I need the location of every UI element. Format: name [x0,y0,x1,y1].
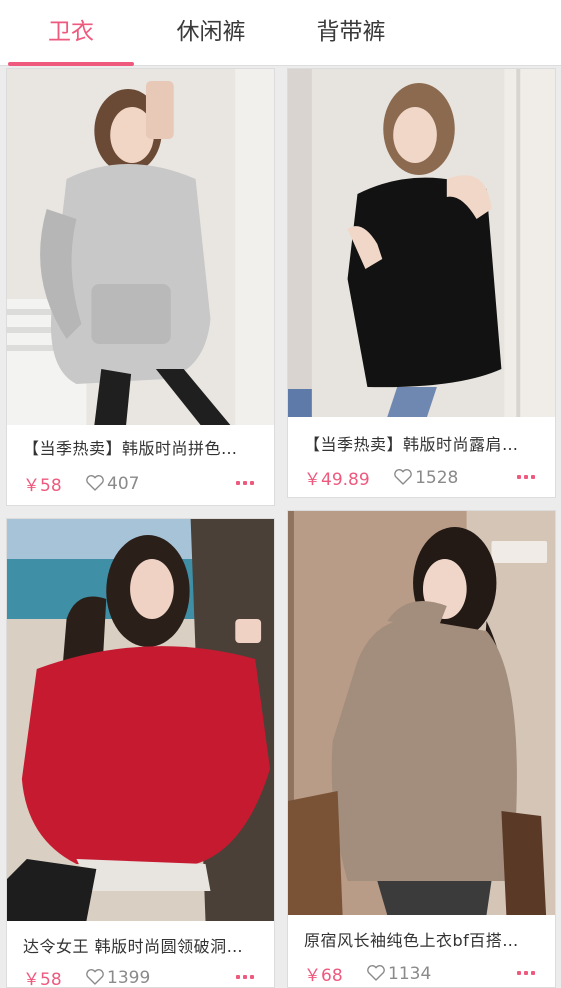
product-card[interactable]: 原宿风长袖纯色上衣bf百搭… ￥68 1134 [287,510,556,988]
product-image[interactable] [288,69,555,417]
product-card[interactable]: 【当季热卖】韩版时尚露肩… ￥49.89 1528 [287,68,556,498]
like-count-group[interactable]: 407 [85,473,140,494]
like-count: 1399 [107,967,151,988]
product-price: ￥49.89 [304,470,370,490]
like-count-group[interactable]: 1134 [366,964,431,984]
product-title: 【当季热卖】韩版时尚露肩… [304,435,519,454]
product-card[interactable]: 达令女王 韩版时尚圆领破洞… ￥58 1399 [6,518,275,988]
like-count-group[interactable]: 1528 [393,468,458,488]
more-options-icon[interactable] [517,961,539,985]
product-title: 达令女王 韩版时尚圆领破洞… [23,937,244,956]
active-tab-indicator [8,62,134,66]
like-count: 1134 [388,963,432,984]
tab-hoodies[interactable]: 卫衣 [8,0,134,66]
product-price: ￥58 [23,476,62,496]
product-meta: ￥49.89 1528 [304,465,539,490]
heart-icon [86,474,104,491]
tab-overalls[interactable]: 背带裤 [286,0,416,66]
heart-icon [86,968,104,985]
like-count-group[interactable]: 1399 [85,967,151,988]
product-image[interactable] [7,519,274,921]
like-count: 1528 [415,467,459,488]
product-title: 原宿风长袖纯色上衣bf百搭… [304,931,519,950]
more-options-icon[interactable] [236,471,258,495]
heart-icon [367,964,385,981]
product-meta: ￥58 407 [23,471,258,496]
product-price: ￥58 [23,970,62,988]
more-options-icon[interactable] [517,465,539,489]
heart-icon [394,468,412,485]
product-meta: ￥68 1134 [304,961,539,986]
more-options-icon[interactable] [236,965,258,987]
product-card[interactable]: 【当季热卖】韩版时尚拼色… ￥58 407 [6,68,275,506]
product-price: ￥68 [304,966,343,986]
like-count: 407 [107,473,140,494]
tab-casual-pants[interactable]: 休闲裤 [146,0,276,66]
product-title: 【当季热卖】韩版时尚拼色… [23,439,238,458]
category-tab-bar: 卫衣 休闲裤 背带裤 [0,0,561,66]
product-image[interactable] [288,511,555,915]
product-image[interactable] [7,69,274,425]
product-meta: ￥58 1399 [23,965,258,988]
